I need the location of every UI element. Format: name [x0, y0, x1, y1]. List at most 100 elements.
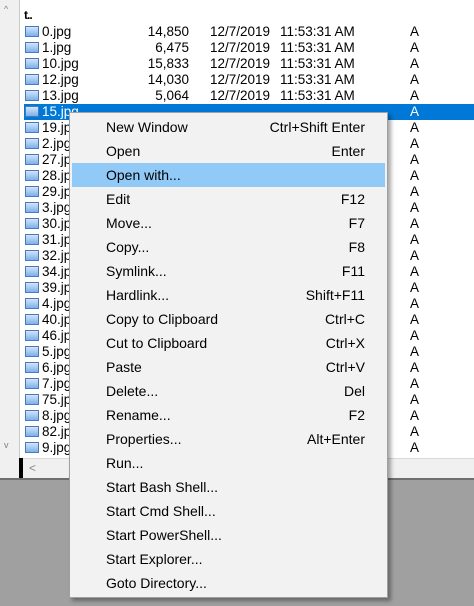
menu-item-move[interactable]: Move... F7 [72, 211, 385, 235]
file-time: 11:53:31 AM [280, 40, 355, 55]
menu-item-shortcut: Ctrl+X [325, 335, 365, 351]
file-attributes: A [410, 136, 420, 151]
menu-item-edit[interactable]: Edit F12 [72, 187, 385, 211]
image-file-icon [25, 218, 39, 229]
menu-item-rename[interactable]: Rename... F2 [72, 403, 385, 427]
file-size: 5,064 [155, 88, 189, 103]
menu-item-shortcut: Ctrl+C [324, 311, 365, 327]
file-attributes: A [410, 200, 420, 215]
menu-item-cut-to-clipboard[interactable]: Cut to Clipboard Ctrl+X [72, 331, 385, 355]
file-name: 10.jpg [42, 56, 79, 71]
menu-item-shortcut: F2 [348, 407, 365, 423]
up-directory-icon[interactable]: t.. [24, 8, 33, 22]
scroll-down-icon[interactable]: v [4, 440, 9, 450]
file-time: 11:53:31 AM [280, 56, 355, 71]
file-attributes: A [410, 56, 420, 71]
file-attributes: A [410, 232, 420, 247]
menu-item-label: Delete... [106, 383, 159, 399]
menu-item-symlink[interactable]: Symlink... F11 [72, 259, 385, 283]
image-file-icon [25, 122, 39, 133]
menu-item-new-window[interactable]: New Window Ctrl+Shift Enter [72, 115, 385, 139]
menu-item-label: Move... [106, 215, 152, 231]
menu-item-label: Copy to Clipboard [106, 311, 219, 327]
file-name: 3.jpg [42, 200, 72, 215]
scroll-up-icon[interactable]: ^ [4, 4, 8, 14]
image-file-icon [25, 154, 39, 165]
image-file-icon [25, 106, 39, 117]
file-size: 14,850 [147, 24, 189, 39]
file-attributes: A [410, 104, 420, 119]
menu-item-delete[interactable]: Delete... Del [72, 379, 385, 403]
image-file-icon [25, 186, 39, 197]
file-attributes: A [410, 152, 420, 167]
menu-item-label: Symlink... [106, 263, 167, 279]
menu-item-run[interactable]: Run... [72, 451, 385, 475]
menu-item-label: Goto Directory... [106, 575, 207, 591]
file-attributes: A [410, 88, 420, 103]
file-name: 1.jpg [42, 40, 72, 55]
menu-item-shortcut: Ctrl+V [325, 359, 365, 375]
file-name: 13.jpg [42, 88, 79, 103]
image-file-icon [25, 282, 39, 293]
file-attributes: A [410, 168, 420, 183]
image-file-icon [25, 426, 39, 437]
menu-item-open[interactable]: Open Enter [72, 139, 385, 163]
image-file-icon [25, 378, 39, 389]
menu-item-hardlink[interactable]: Hardlink... Shift+F11 [72, 283, 385, 307]
file-row[interactable]: 12.jpg 14,030 12/7/2019 11:53:31 AM A [24, 72, 474, 88]
menu-item-start-powershell[interactable]: Start PowerShell... [72, 523, 385, 547]
menu-item-label: Start Cmd Shell... [106, 503, 216, 519]
file-name: 4.jpg [42, 296, 72, 311]
image-file-icon [25, 442, 39, 453]
file-attributes: A [410, 280, 420, 295]
image-file-icon [25, 202, 39, 213]
file-row[interactable]: 0.jpg 14,850 12/7/2019 11:53:31 AM A [24, 24, 474, 40]
file-attributes: A [410, 328, 420, 343]
tree-scrollbar[interactable]: ^ v [0, 0, 20, 478]
file-attributes: A [410, 440, 420, 455]
menu-item-label: New Window [106, 119, 188, 135]
menu-item-goto-directory[interactable]: Goto Directory... [72, 571, 385, 595]
file-size: 14,030 [147, 72, 189, 87]
file-row[interactable]: 13.jpg 5,064 12/7/2019 11:53:31 AM A [24, 88, 474, 104]
menu-item-shortcut: Enter [331, 143, 365, 159]
file-name: 5.jpg [42, 344, 72, 359]
menu-item-label: Hardlink... [106, 287, 170, 303]
image-file-icon [25, 330, 39, 341]
file-name: 6.jpg [42, 360, 72, 375]
menu-item-label: Start Explorer... [106, 551, 203, 567]
file-attributes: A [410, 184, 420, 199]
file-attributes: A [410, 344, 420, 359]
menu-item-shortcut: Del [343, 383, 365, 399]
file-name: 12.jpg [42, 72, 79, 87]
image-file-icon [25, 346, 39, 357]
image-file-icon [25, 394, 39, 405]
file-row[interactable]: 1.jpg 6,475 12/7/2019 11:53:31 AM A [24, 40, 474, 56]
file-time: 11:53:31 AM [280, 72, 355, 87]
file-attributes: A [410, 312, 420, 327]
file-date: 12/7/2019 [210, 72, 271, 87]
file-attributes: A [410, 376, 420, 391]
file-time: 11:53:31 AM [280, 88, 355, 103]
menu-item-start-cmd-shell[interactable]: Start Cmd Shell... [72, 499, 385, 523]
menu-item-label: Cut to Clipboard [106, 335, 208, 351]
menu-item-start-explorer[interactable]: Start Explorer... [72, 547, 385, 571]
file-name: 7.jpg [42, 376, 72, 391]
menu-item-copy-to-clipboard[interactable]: Copy to Clipboard Ctrl+C [72, 307, 385, 331]
menu-item-open-with[interactable]: Open with... [72, 163, 385, 187]
scroll-left-icon[interactable]: < [29, 461, 36, 475]
menu-item-label: Copy... [106, 239, 150, 255]
file-row[interactable]: 10.jpg 15,833 12/7/2019 11:53:31 AM A [24, 56, 474, 72]
menu-item-properties[interactable]: Properties... Alt+Enter [72, 427, 385, 451]
menu-item-start-bash-shell[interactable]: Start Bash Shell... [72, 475, 385, 499]
menu-item-shortcut: Alt+Enter [307, 431, 365, 447]
file-attributes: A [410, 264, 420, 279]
image-file-icon [25, 362, 39, 373]
menu-item-paste[interactable]: Paste Ctrl+V [72, 355, 385, 379]
menu-item-label: Properties... [106, 431, 182, 447]
menu-item-copy[interactable]: Copy... F8 [72, 235, 385, 259]
image-file-icon [25, 42, 39, 53]
image-file-icon [25, 170, 39, 181]
file-attributes: A [410, 24, 420, 39]
file-attributes: A [410, 392, 420, 407]
